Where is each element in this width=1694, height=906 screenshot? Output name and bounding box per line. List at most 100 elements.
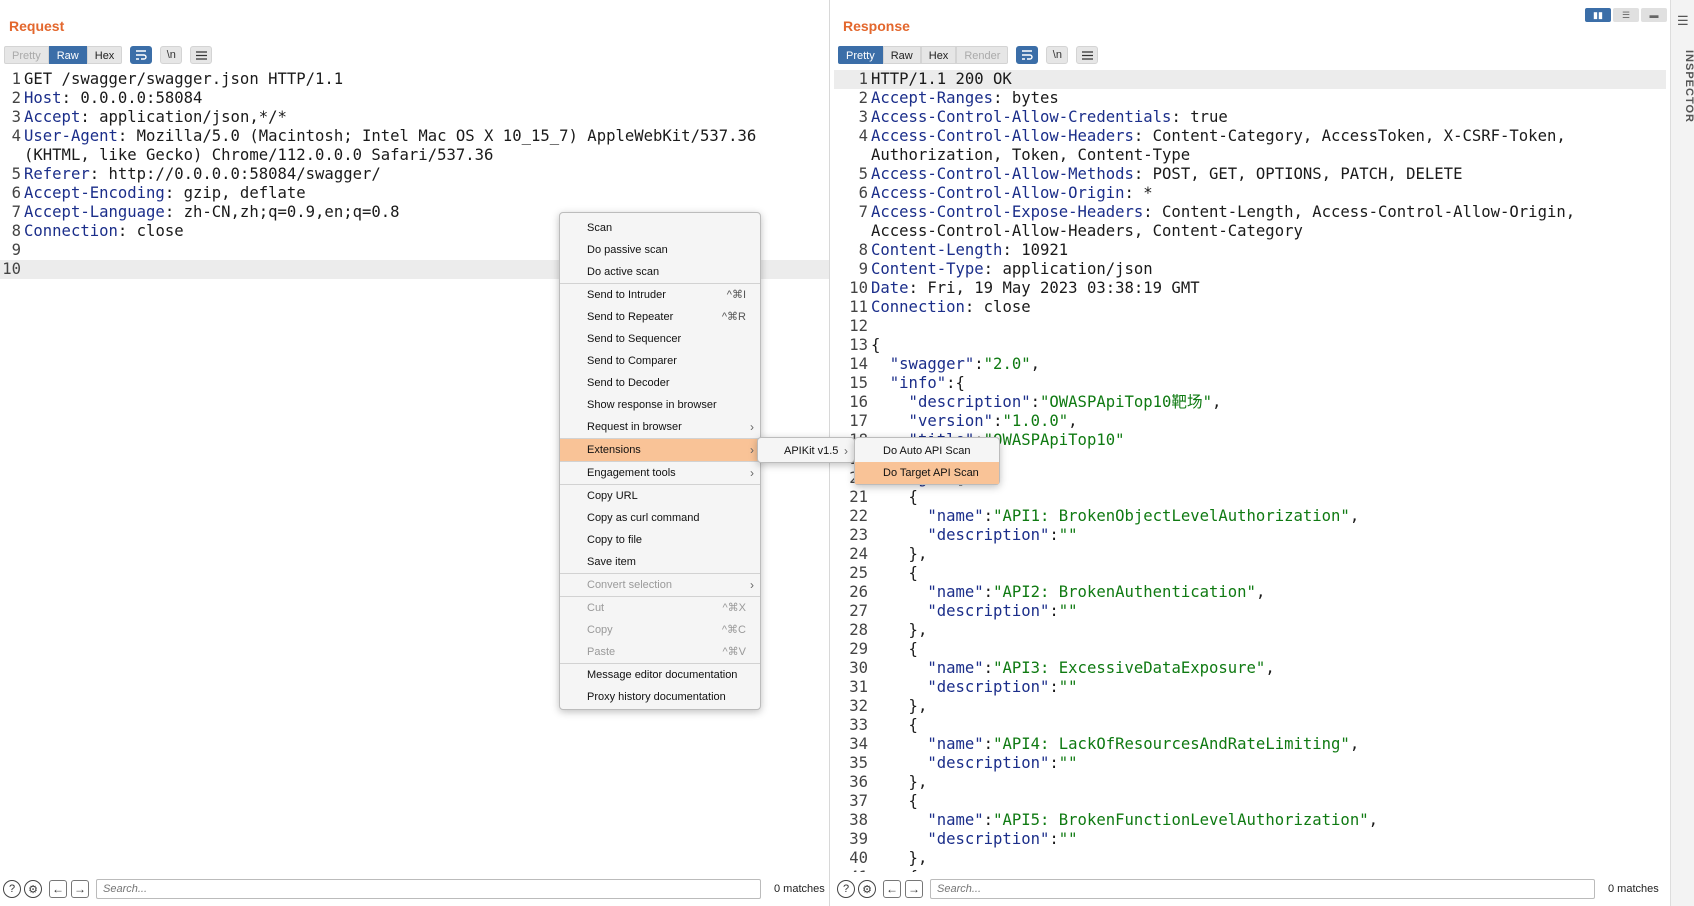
context-menu: Scan Do passive scan Do active scan Send to… <box>559 212 761 710</box>
response-title: Response <box>843 18 910 34</box>
chevron-right-icon: › <box>750 578 754 592</box>
response-toolbar: Pretty Raw Hex Render \n <box>838 46 1099 64</box>
response-line: 39 "description":"" <box>834 830 1666 849</box>
menu-item-send-to-comparer[interactable]: Send to Comparer <box>560 350 760 372</box>
token-key: "name" <box>871 659 984 677</box>
show-newlines-toggle[interactable]: \n <box>1046 46 1069 64</box>
line-number: 40 <box>849 849 868 867</box>
help-icon[interactable]: ? <box>3 880 21 898</box>
token-string: "" <box>1058 602 1078 620</box>
help-icon[interactable]: ? <box>837 880 855 898</box>
token-value: { <box>871 716 918 734</box>
editor-menu-button[interactable] <box>190 46 213 64</box>
menu-item-apikit-v1-5[interactable]: APIKit v1.5 › <box>758 440 854 462</box>
menu-item-scan[interactable]: Scan <box>560 217 760 239</box>
gear-icon[interactable]: ⚙ <box>858 880 876 898</box>
menu-item-label: Do Auto API Scan <box>883 445 971 457</box>
menu-item-message-editor-documentation[interactable]: Message editor documentation <box>560 664 760 686</box>
response-tab-render[interactable]: Render <box>956 46 1009 64</box>
line-text: (KHTML, like Gecko) Chrome/112.0.0.0 Saf… <box>24 146 829 165</box>
menu-item-copy-to-file[interactable]: Copy to file <box>560 529 760 551</box>
token-value: GET /swagger/swagger.json HTTP/1.1 <box>24 70 344 88</box>
menu-item-proxy-history-documentation[interactable]: Proxy history documentation <box>560 686 760 708</box>
menu-item-label: Do passive scan <box>587 244 668 256</box>
editor-menu-button[interactable] <box>1076 46 1099 64</box>
menu-item-request-in-browser[interactable]: Request in browser › <box>560 416 760 438</box>
word-wrap-toggle[interactable] <box>1016 46 1039 64</box>
show-newlines-toggle[interactable]: \n <box>160 46 183 64</box>
token-key: User-Agent <box>24 127 118 145</box>
split-horizontal-layout-icon[interactable]: ▮▮ <box>1585 8 1611 22</box>
gear-icon[interactable]: ⚙ <box>24 880 42 898</box>
token-value: : Fri, 19 May 2023 03:38:19 GMT <box>908 279 1200 297</box>
request-match-count: 0 matches <box>774 883 825 895</box>
menu-item-extensions[interactable]: Extensions › <box>560 439 760 461</box>
line-text: Access-Control-Allow-Methods: POST, GET,… <box>871 165 1666 184</box>
request-search-input[interactable] <box>96 879 761 899</box>
menu-item-send-to-sequencer[interactable]: Send to Sequencer <box>560 328 760 350</box>
request-tab-hex[interactable]: Hex <box>86 46 123 64</box>
tabbed-layout-icon[interactable]: ▬ <box>1641 8 1667 22</box>
line-text: "description":"" <box>871 526 1666 545</box>
token-value: : close <box>117 222 184 240</box>
token-key: "name" <box>871 735 984 753</box>
menu-item-do-active-scan[interactable]: Do active scan <box>560 261 760 283</box>
line-number: 17 <box>849 412 868 430</box>
token-key: "description" <box>871 602 1050 620</box>
token-key: "description" <box>871 830 1050 848</box>
response-line: 23 "description":"" <box>834 526 1666 545</box>
line-number: 27 <box>849 602 868 620</box>
menu-item-copy: Copy ^⌘C <box>560 619 760 641</box>
response-line: 22 "name":"API1: BrokenObjectLevelAuthor… <box>834 507 1666 526</box>
response-line: 37 { <box>834 792 1666 811</box>
word-wrap-toggle[interactable] <box>130 46 153 64</box>
line-number: 3 <box>858 108 868 126</box>
response-line: 26 "name":"API2: BrokenAuthentication", <box>834 583 1666 602</box>
menu-item-show-response-in-browser[interactable]: Show response in browser <box>560 394 760 416</box>
inspector-menu-icon[interactable]: ☰ <box>1677 13 1689 29</box>
menu-item-send-to-intruder[interactable]: Send to Intruder ^⌘I <box>560 284 760 306</box>
line-number: 5 <box>11 165 21 183</box>
line-text: Connection: close <box>871 298 1666 317</box>
response-line: 38 "name":"API5: BrokenFunctionLevelAuth… <box>834 811 1666 830</box>
token-value: : <box>974 355 984 373</box>
line-number: 2 <box>858 89 868 107</box>
wrap-icon <box>1022 50 1034 60</box>
forward-arrow-icon[interactable]: → <box>905 880 923 898</box>
menu-item-label: Extensions <box>587 444 641 456</box>
response-line: 9 Content-Type: application/json <box>834 260 1666 279</box>
forward-arrow-icon[interactable]: → <box>71 880 89 898</box>
menu-item-send-to-repeater[interactable]: Send to Repeater ^⌘R <box>560 306 760 328</box>
token-key: Accept-Language <box>24 203 165 221</box>
menu-item-shortcut: ^⌘R <box>721 311 746 323</box>
token-value: , <box>1349 507 1360 525</box>
inspector-tab[interactable]: INSPECTOR <box>1683 50 1694 123</box>
request-tab-raw[interactable]: Raw <box>48 46 87 64</box>
menu-item-save-item[interactable]: Save item <box>560 551 760 573</box>
menu-item-copy-as-curl-command[interactable]: Copy as curl command <box>560 507 760 529</box>
token-value: : <box>1030 393 1040 411</box>
menu-item-copy-url[interactable]: Copy URL <box>560 485 760 507</box>
back-arrow-icon[interactable]: ← <box>49 880 67 898</box>
request-tab-pretty[interactable]: Pretty <box>4 46 49 64</box>
token-key: Host <box>24 89 62 107</box>
menu-item-do-passive-scan[interactable]: Do passive scan <box>560 239 760 261</box>
back-arrow-icon[interactable]: ← <box>883 880 901 898</box>
menu-item-do-target-api-scan[interactable]: Do Target API Scan <box>855 462 999 484</box>
response-tab-pretty[interactable]: Pretty <box>838 46 883 64</box>
menu-item-send-to-decoder[interactable]: Send to Decoder <box>560 372 760 394</box>
line-number: 8 <box>11 222 21 240</box>
token-key: "description" <box>871 754 1050 772</box>
token-value: : <box>983 583 994 601</box>
token-key: "description" <box>871 393 1031 411</box>
menu-item-do-auto-api-scan[interactable]: Do Auto API Scan <box>855 440 999 462</box>
menu-item-label: Send to Repeater <box>587 311 674 323</box>
menu-item-shortcut: ^⌘C <box>721 624 746 636</box>
line-number: 2 <box>11 89 21 107</box>
response-tab-raw[interactable]: Raw <box>882 46 921 64</box>
menu-item-label: Message editor documentation <box>587 669 738 681</box>
menu-item-engagement-tools[interactable]: Engagement tools › <box>560 462 760 484</box>
response-tab-hex[interactable]: Hex <box>920 46 957 64</box>
response-search-input[interactable] <box>930 879 1595 899</box>
split-vertical-layout-icon[interactable]: ☰ <box>1613 8 1639 22</box>
